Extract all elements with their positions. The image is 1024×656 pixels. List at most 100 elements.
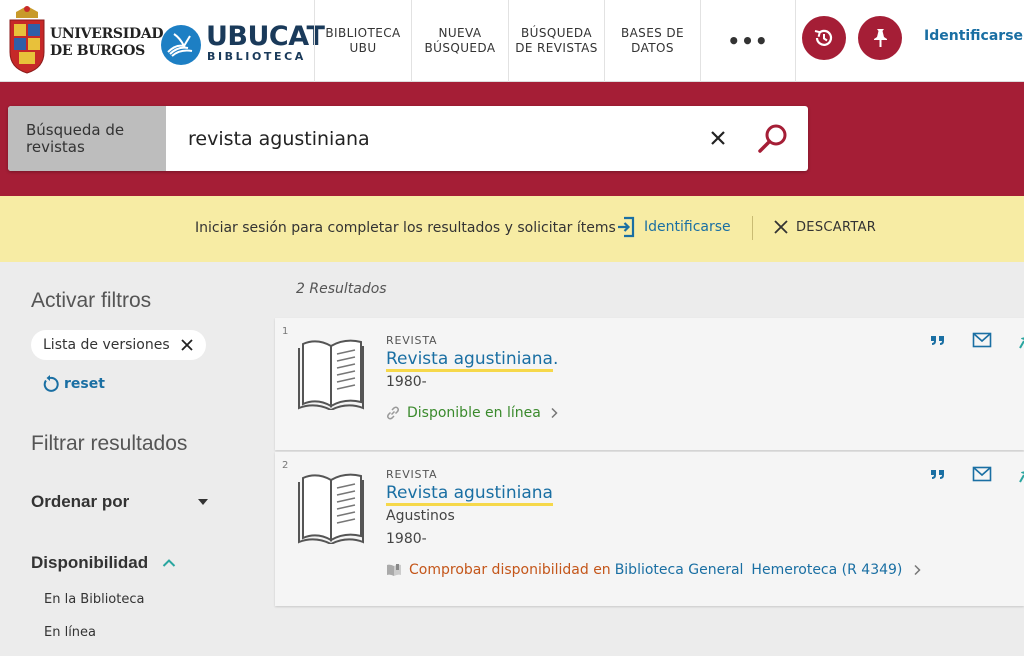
quote-icon <box>931 470 944 479</box>
close-icon <box>774 220 788 234</box>
more-icon: ••• <box>727 28 769 53</box>
university-name-line2: DE BURGOS <box>50 43 145 59</box>
search-button[interactable] <box>756 122 790 156</box>
reset-filters-button[interactable]: reset <box>40 374 105 394</box>
pin-result-button[interactable] <box>1015 464 1024 484</box>
university-name-line1: UNIVERSIDAD <box>50 26 164 42</box>
filter-chip-label: Lista de versiones <box>43 337 170 353</box>
active-filters-title: Activar filtros <box>31 289 152 312</box>
link-icon <box>386 406 400 420</box>
result-card[interactable]: 1 REVISTA Revista agustiniana. 1980- Dis… <box>275 318 1024 450</box>
result-date: 1980- <box>386 531 427 547</box>
remove-filter-button[interactable] <box>180 338 194 352</box>
chevron-right-icon <box>914 564 921 576</box>
search-band: Búsqueda de revistas <box>0 82 1024 196</box>
email-button[interactable] <box>971 330 993 350</box>
result-card[interactable]: 2 REVISTA Revista agustiniana Agustinos … <box>275 452 1024 606</box>
email-button[interactable] <box>971 464 993 484</box>
login-notice-bar: Iniciar sesión para completar los result… <box>0 196 1024 262</box>
result-title-link[interactable]: Revista agustiniana. <box>386 349 559 372</box>
active-filter-chip[interactable]: Lista de versiones <box>31 330 206 360</box>
university-logo[interactable]: UNIVERSIDAD DE BURGOS <box>4 2 164 76</box>
caret-down-icon <box>198 499 209 505</box>
search-icon <box>758 124 787 153</box>
availability-label: Disponibilidad <box>31 553 149 572</box>
book-location-icon <box>386 563 402 577</box>
notice-login-label: Identificarse <box>644 219 731 235</box>
close-icon <box>711 131 725 145</box>
cite-button[interactable] <box>927 330 949 350</box>
ubucat-logo[interactable]: UBUCAT BIBLIOTECA <box>158 22 325 66</box>
notice-divider <box>752 216 753 240</box>
brand-subtitle: BIBLIOTECA <box>207 50 306 63</box>
availability-section-toggle[interactable]: Disponibilidad <box>31 553 176 573</box>
pinned-items-button[interactable] <box>858 16 902 60</box>
email-icon <box>972 332 992 348</box>
nav-label: BASES DE DATOS <box>620 26 685 55</box>
ubucat-book-icon <box>161 25 201 65</box>
sort-by-dropdown[interactable]: Ordenar por <box>31 492 209 512</box>
sort-by-label: Ordenar por <box>31 492 130 511</box>
nav-nueva-busqueda[interactable]: NUEVA BÚSQUEDA <box>411 0 508 82</box>
history-icon <box>814 29 833 46</box>
close-icon <box>181 339 193 351</box>
notice-text: Iniciar sesión para completar los result… <box>195 220 616 236</box>
filter-results-title: Filtrar resultados <box>31 432 188 455</box>
availability-shelf: Hemeroteca (R 4349) <box>751 562 903 578</box>
reset-label: reset <box>64 376 105 392</box>
availability-link[interactable]: Disponible en línea <box>386 405 558 421</box>
pin-result-button[interactable] <box>1015 330 1024 350</box>
result-type: REVISTA <box>386 468 438 481</box>
availability-text: Comprobar disponibilidad en <box>409 562 611 578</box>
notice-login-link[interactable]: Identificarse <box>616 214 731 240</box>
availability-option-online[interactable]: En línea <box>44 625 96 640</box>
result-type: REVISTA <box>386 334 438 347</box>
pin-icon <box>1019 464 1024 483</box>
dismiss-button[interactable]: DESCARTAR <box>772 218 876 236</box>
search-bar: Búsqueda de revistas <box>8 106 808 171</box>
top-bar: UNIVERSIDAD DE BURGOS UBUCAT BIBLIOTECA … <box>0 0 1024 82</box>
journal-icon <box>298 473 364 544</box>
result-actions <box>905 464 1024 484</box>
result-title-text: Revista agustiniana <box>386 483 553 506</box>
search-input[interactable] <box>188 124 688 154</box>
results-count: 2 Resultados <box>296 281 387 297</box>
availability-location: Biblioteca General <box>614 562 744 578</box>
university-name: UNIVERSIDAD DE BURGOS <box>50 26 164 60</box>
search-history-button[interactable] <box>802 16 846 60</box>
dismiss-label: DESCARTAR <box>796 219 877 235</box>
brand-title: UBUCAT <box>206 21 325 52</box>
email-icon <box>972 466 992 482</box>
university-shield-icon <box>9 6 45 74</box>
nav-label: BÚSQUEDA DE REVISTAS <box>515 26 598 55</box>
availability-link[interactable]: Comprobar disponibilidad en Biblioteca G… <box>386 562 921 578</box>
nav-bases-datos[interactable]: BASES DE DATOS <box>604 0 700 82</box>
nav-biblioteca-ubu[interactable]: BIBLIOTECA UBU <box>314 0 411 82</box>
pin-icon <box>874 29 887 47</box>
chevron-right-icon <box>551 407 558 419</box>
result-title-link[interactable]: Revista agustiniana <box>386 483 553 506</box>
result-number: 2 <box>282 460 289 471</box>
result-date: 1980- <box>386 374 427 390</box>
search-scope-selector[interactable]: Búsqueda de revistas <box>8 106 166 171</box>
chevron-up-icon <box>162 559 176 567</box>
result-author: Agustinos <box>386 508 455 524</box>
nav-label: BIBLIOTECA UBU <box>325 26 401 55</box>
reset-icon <box>43 375 59 392</box>
nav-more-button[interactable]: ••• <box>700 0 796 82</box>
cite-button[interactable] <box>927 464 949 484</box>
availability-option-library[interactable]: En la Biblioteca <box>44 592 144 607</box>
nav-label: NUEVA BÚSQUEDA <box>424 26 496 55</box>
main-nav: BIBLIOTECA UBU NUEVA BÚSQUEDA BÚSQUEDA D… <box>314 0 796 82</box>
result-actions <box>905 330 1024 350</box>
header-login-link[interactable]: Identificarse <box>924 28 1023 44</box>
nav-busqueda-revistas[interactable]: BÚSQUEDA DE REVISTAS <box>508 0 604 82</box>
result-title-suffix: . <box>552 349 559 369</box>
result-title-text: Revista agustiniana <box>386 349 553 372</box>
quote-icon <box>931 336 944 345</box>
result-number: 1 <box>282 326 289 337</box>
journal-icon <box>298 339 364 410</box>
clear-search-button[interactable] <box>706 126 730 150</box>
filters-sidebar: Activar filtros Lista de versiones reset… <box>0 262 274 656</box>
pin-icon <box>1019 330 1024 349</box>
